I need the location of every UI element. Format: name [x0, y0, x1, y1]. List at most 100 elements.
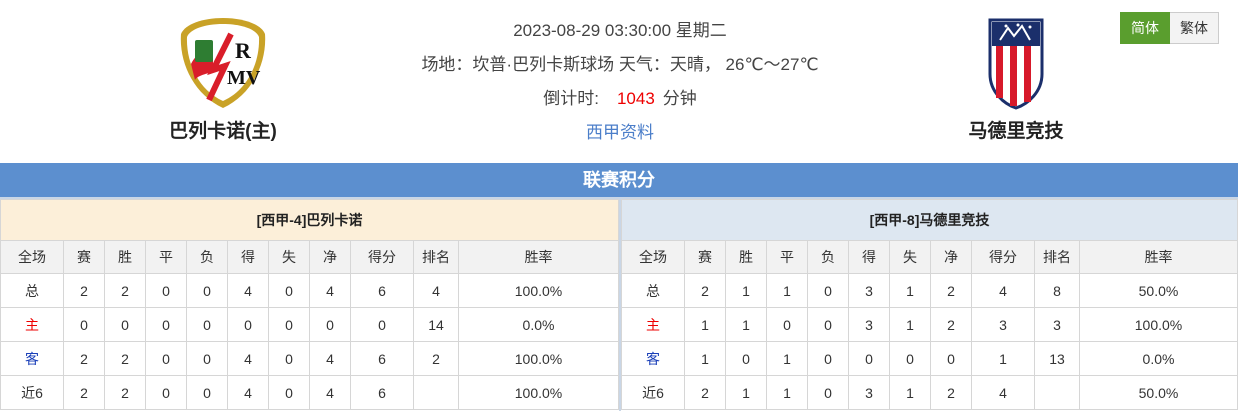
venue-weather: 场地：坎普·巴列卡斯球场 天气：天晴， 26℃～27℃	[421, 55, 819, 74]
table-cell: 0	[268, 375, 310, 410]
table-cell	[413, 375, 459, 410]
countdown-value: 1043	[616, 89, 655, 108]
table-cell: 3	[971, 307, 1035, 342]
table-cell: 100.0%	[458, 341, 619, 376]
table-cell: 1	[725, 375, 767, 410]
table-row: 主 0 0 0 0 0 0 0 0 14 0.0%	[0, 307, 619, 342]
table-cell: 4	[413, 273, 459, 308]
table-cell: 6	[350, 273, 414, 308]
table-cell: 3	[848, 375, 890, 410]
table-cell: 0	[766, 307, 808, 342]
table-cell: 2	[63, 375, 105, 410]
column-header: 得分	[350, 240, 414, 274]
table-cell: 6	[350, 375, 414, 410]
language-switch: 简体 繁体	[1120, 12, 1219, 44]
table-cell: 4	[971, 273, 1035, 308]
table-cell: 2	[684, 375, 726, 410]
column-header: 胜率	[458, 240, 619, 274]
table-cell: 0	[186, 375, 228, 410]
table-row: 总 2 1 1 0 3 1 2 4 8 50.0%	[621, 273, 1238, 308]
home-logo-letters-mv: MV	[227, 67, 261, 89]
table-cell: 14	[413, 307, 459, 342]
column-header: 净	[930, 240, 972, 274]
column-header-row: 全场赛胜平负得失净得分 排名 胜率	[621, 240, 1238, 274]
table-cell: 0	[350, 307, 414, 342]
countdown-label: 倒计时:	[543, 89, 599, 108]
column-header: 得分	[971, 240, 1035, 274]
league-info-link[interactable]: 西甲资料	[586, 123, 654, 142]
column-header: 全场	[621, 240, 685, 274]
table-cell: 0	[227, 307, 269, 342]
column-header-row: 全场赛胜平负得失净得分 排名 胜率	[0, 240, 619, 274]
table-cell	[1034, 375, 1080, 410]
league-standings-banner: 联赛积分	[0, 163, 1238, 197]
table-cell: 1	[766, 375, 808, 410]
table-cell: 0	[807, 375, 849, 410]
column-header: 胜率	[1079, 240, 1238, 274]
table-cell: 4	[309, 341, 351, 376]
rayo-vallecano-logo[interactable]: R MV	[173, 12, 273, 112]
table-cell: 1	[725, 307, 767, 342]
column-header: 负	[807, 240, 849, 274]
table-cell: 4	[227, 341, 269, 376]
traditional-chinese-button[interactable]: 繁体	[1170, 12, 1219, 44]
countdown: 倒计时: 1043 分钟	[380, 82, 860, 116]
table-cell: 0	[309, 307, 351, 342]
table-cell: 0	[268, 273, 310, 308]
table-cell: 100.0%	[458, 375, 619, 410]
table-cell: 2	[104, 273, 146, 308]
column-header: 排名	[1034, 240, 1080, 274]
table-cell: 0	[725, 341, 767, 376]
countdown-unit: 分钟	[662, 89, 697, 108]
row-label: 总	[621, 273, 685, 308]
table-cell: 2	[930, 307, 972, 342]
table-cell: 1	[889, 307, 931, 342]
table-cell: 0	[145, 273, 187, 308]
row-label: 主	[0, 307, 64, 342]
table-cell: 2	[413, 341, 459, 376]
row-label: 客	[621, 341, 685, 376]
table-cell: 2	[104, 375, 146, 410]
table-cell: 0	[186, 341, 228, 376]
row-label: 总	[0, 273, 64, 308]
table-cell: 0	[145, 307, 187, 342]
atletico-madrid-logo[interactable]	[966, 12, 1066, 112]
match-info: 2023-08-29 03:30:00 星期二 场地：坎普·巴列卡斯球场 天气：…	[380, 14, 860, 150]
home-team: R MV 巴列卡诺(主)	[123, 0, 323, 143]
away-team-name[interactable]: 马德里竞技	[916, 116, 1116, 143]
table-cell: 0	[145, 375, 187, 410]
table-cell: 2	[930, 375, 972, 410]
table-row: 总 2 2 0 0 4 0 4 6 4 100.0%	[0, 273, 619, 308]
column-header: 平	[766, 240, 808, 274]
table-cell: 0	[889, 341, 931, 376]
table-cell: 0	[930, 341, 972, 376]
row-label: 主	[621, 307, 685, 342]
table-cell: 1	[725, 273, 767, 308]
table-cell: 50.0%	[1079, 375, 1238, 410]
table-cell: 4	[227, 273, 269, 308]
table-cell: 4	[227, 375, 269, 410]
column-header: 胜	[725, 240, 767, 274]
table-row: 近6 2 2 0 0 4 0 4 6 100.0%	[0, 375, 619, 410]
table-cell: 1	[889, 273, 931, 308]
table-cell: 4	[309, 375, 351, 410]
column-header: 净	[309, 240, 351, 274]
table-cell: 0	[268, 341, 310, 376]
table-cell: 0	[807, 307, 849, 342]
table-cell: 0.0%	[1079, 341, 1238, 376]
home-standings: [西甲-4]巴列卡诺 全场赛胜平负得失净得分 排名 胜率总 2 2 0 0 4 0 4 6 4 100.…	[0, 199, 619, 410]
home-team-name[interactable]: 巴列卡诺(主)	[123, 116, 323, 143]
table-cell: 6	[350, 341, 414, 376]
away-team: 马德里竞技	[916, 0, 1116, 143]
row-label: 客	[0, 341, 64, 376]
table-cell: 100.0%	[458, 273, 619, 308]
table-cell: 0	[848, 341, 890, 376]
table-cell: 1	[684, 341, 726, 376]
table-cell: 0.0%	[458, 307, 619, 342]
table-cell: 3	[848, 307, 890, 342]
table-cell: 0	[186, 273, 228, 308]
simplified-chinese-button[interactable]: 简体	[1120, 12, 1170, 44]
table-cell: 0	[186, 307, 228, 342]
column-header: 全场	[0, 240, 64, 274]
away-standings-table: [西甲-8]马德里竞技 全场赛胜平负得失净得分 排名 胜率总 2 1 1 0 3 1 2 4 8 50.…	[621, 199, 1238, 410]
